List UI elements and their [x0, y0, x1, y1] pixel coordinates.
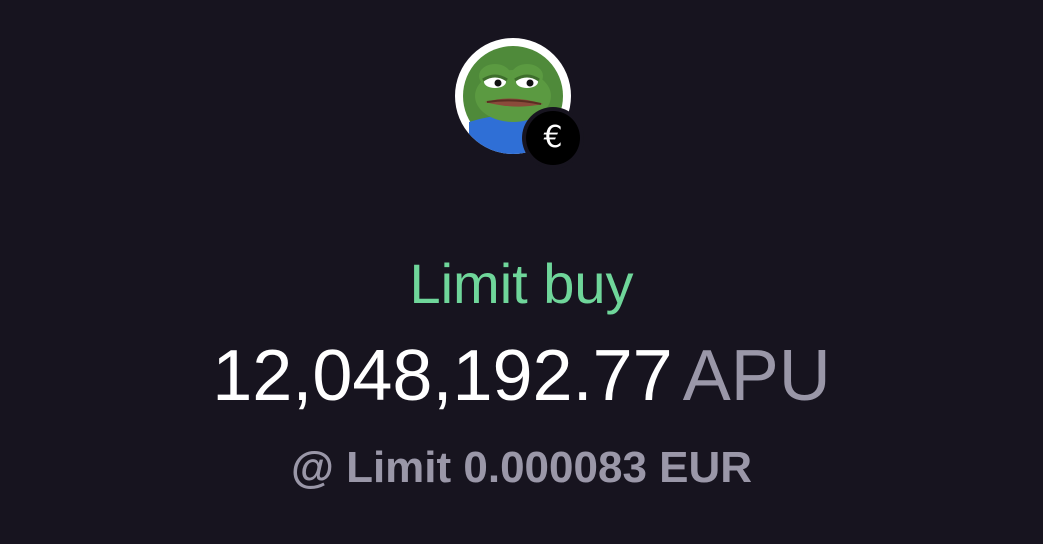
order-amount: 12,048,192.77 APU [0, 336, 1043, 416]
token-avatar-group: € [455, 38, 584, 169]
amount-value: 12,048,192.77 [212, 336, 673, 416]
order-type-label: Limit buy [409, 252, 634, 315]
euro-icon: € [526, 111, 580, 165]
limit-price: @ Limit 0.000083 EUR [290, 443, 753, 492]
currency-badge: € [522, 107, 584, 169]
amount-unit: APU [682, 336, 831, 416]
